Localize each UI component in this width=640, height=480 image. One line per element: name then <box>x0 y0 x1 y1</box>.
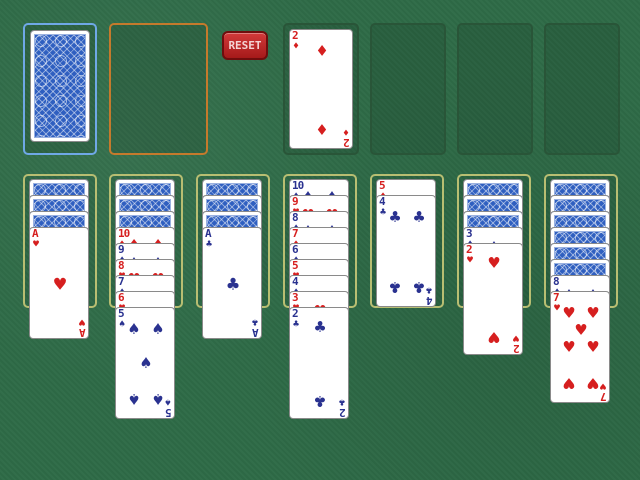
club-icon: ♣ <box>314 317 326 339</box>
heart-icon: ♥ <box>53 272 67 296</box>
spade-icon: ♠ <box>128 319 140 341</box>
solitaire-board: RESET 2♦♦♦2♦A♥♥A♥10♦♦♦♦♦♦♦♦♦♦♦10♦9♠♠♠♠♠♠… <box>0 0 640 480</box>
waste-pile[interactable] <box>109 23 208 155</box>
stock-card-back[interactable] <box>30 30 90 142</box>
foundation-pile-3[interactable] <box>457 23 533 155</box>
tableau-card[interactable]: A ♣ ♣ A ♣ <box>202 227 262 339</box>
card-rank-corner: 4 <box>427 294 433 307</box>
club-icon: ♣ <box>389 207 401 229</box>
card-rank-corner: A <box>80 326 86 339</box>
club-icon: ♣ <box>338 396 345 407</box>
heart-icon: ♥ <box>563 337 575 358</box>
heart-icon: ♥ <box>488 325 500 347</box>
card-rank-corner: 2 <box>344 136 350 149</box>
foundation-card[interactable]: 2 ♦ ♦ ♦ 2 ♦ <box>289 29 353 149</box>
club-icon: ♣ <box>314 389 326 411</box>
tableau-card[interactable]: 4 ♣ ♣ ♣ ♣ ♣ 4 ♣ <box>376 195 436 307</box>
diamond-icon: ♦ <box>316 40 328 62</box>
card-rank-corner: A <box>253 326 259 339</box>
card-rank-corner: 7 <box>601 390 607 403</box>
heart-icon: ♥ <box>599 380 606 391</box>
club-icon: ♣ <box>389 275 401 297</box>
tableau-card[interactable]: 5 ♠ ♠ ♠ ♠ ♠ ♠ 5 ♠ <box>115 307 175 419</box>
club-icon: ♣ <box>413 207 425 229</box>
reset-button[interactable]: RESET <box>222 31 268 60</box>
heart-icon: ♥ <box>587 303 599 325</box>
spade-icon: ♠ <box>164 396 171 407</box>
foundation-pile-4[interactable] <box>544 23 620 155</box>
club-icon: ♣ <box>206 239 213 250</box>
heart-icon: ♥ <box>512 332 519 343</box>
tableau-card[interactable]: 7 ♥ ♥ ♥ ♥ ♥ ♥ ♥ ♥ 7 ♥ <box>550 291 610 403</box>
heart-icon: ♥ <box>467 255 474 266</box>
card-rank-corner: 2 <box>340 406 346 419</box>
heart-icon: ♥ <box>563 371 575 393</box>
spade-icon: ♠ <box>128 387 140 409</box>
diamond-icon: ♦ <box>316 118 328 140</box>
heart-icon: ♥ <box>78 316 85 327</box>
diamond-icon: ♦ <box>293 41 300 52</box>
tableau-card[interactable]: 2 ♥ ♥ ♥ 2 ♥ <box>463 243 523 355</box>
tableau-card[interactable]: A ♥ ♥ A ♥ <box>29 227 89 339</box>
heart-icon: ♥ <box>488 253 500 275</box>
club-icon: ♣ <box>251 316 258 327</box>
diamond-icon: ♦ <box>342 126 349 137</box>
card-rank-corner: 5 <box>166 406 172 419</box>
heart-icon: ♥ <box>33 239 40 250</box>
club-icon: ♣ <box>226 272 240 296</box>
card-rank-corner: 2 <box>514 342 520 355</box>
tableau-card[interactable]: 2 ♣ ♣ ♣ 2 ♣ <box>289 307 349 419</box>
club-icon: ♣ <box>425 284 432 295</box>
foundation-pile-2[interactable] <box>370 23 446 155</box>
club-icon: ♣ <box>293 319 300 330</box>
spade-icon: ♠ <box>140 353 152 374</box>
spade-icon: ♠ <box>152 319 164 341</box>
heart-icon: ♥ <box>587 337 599 358</box>
